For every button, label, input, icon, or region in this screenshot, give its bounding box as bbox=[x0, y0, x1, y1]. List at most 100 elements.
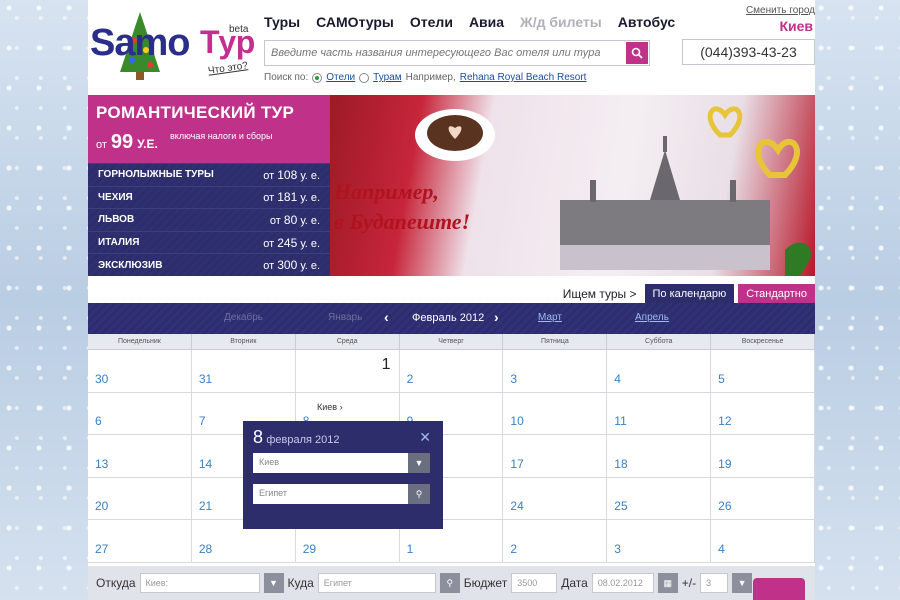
nav-avia[interactable]: Авиа bbox=[469, 14, 504, 30]
tab-standard[interactable]: Стандартно bbox=[738, 284, 815, 303]
promo-row-czech[interactable]: ЧЕХИЯ от 181 у. е. bbox=[88, 185, 330, 209]
calendar-day[interactable]: 4 bbox=[607, 350, 712, 393]
day-number: 4 bbox=[718, 541, 725, 556]
budget-input[interactable]: 3500 bbox=[511, 573, 558, 593]
day-number: 27 bbox=[95, 541, 109, 556]
day-number: 10 bbox=[510, 414, 524, 429]
weekday-thu: Четверг bbox=[400, 334, 504, 349]
nav-bus[interactable]: Автобус bbox=[618, 14, 675, 30]
calendar-icon[interactable]: ▦ bbox=[657, 573, 678, 593]
nav-hotels[interactable]: Отели bbox=[410, 14, 453, 30]
calendar-day[interactable]: 3 bbox=[503, 350, 608, 393]
calendar-day[interactable]: 18 bbox=[607, 435, 712, 478]
promo-row-price: от 181 у. е. bbox=[263, 190, 320, 204]
promo-list: ГОРНОЛЫЖНЫЕ ТУРЫ от 108 у. е. ЧЕХИЯ от 181… bbox=[88, 163, 330, 276]
month-april[interactable]: Апрель bbox=[635, 312, 669, 323]
popup-from-select[interactable]: Киев ▼ bbox=[253, 453, 430, 473]
promo-row-italy[interactable]: ИТАЛИЯ от 245 у. е. bbox=[88, 230, 330, 254]
day-number: 17 bbox=[510, 456, 524, 471]
calendar-day-today[interactable]: 1 bbox=[295, 350, 400, 393]
day-city-label[interactable]: Киев › bbox=[317, 402, 343, 412]
promo-row-lviv[interactable]: ЛЬВОВ от 80 у. е. bbox=[88, 208, 330, 231]
popup-to-input[interactable]: Египет ⚲ bbox=[253, 484, 430, 504]
weekday-mon: Понедельник bbox=[88, 334, 192, 349]
close-icon[interactable]: ✕ bbox=[419, 429, 431, 446]
date-input[interactable]: 08.02.2012 bbox=[591, 573, 654, 593]
month-december[interactable]: Декабрь bbox=[224, 312, 263, 323]
chevron-down-icon[interactable]: ▼ bbox=[732, 573, 753, 593]
search-input[interactable] bbox=[265, 41, 621, 65]
tab-calendar[interactable]: По календарю bbox=[644, 284, 735, 303]
logo-beta: beta bbox=[229, 24, 249, 35]
banner-line1: Например, bbox=[334, 179, 439, 204]
calendar-day[interactable]: 5 bbox=[711, 350, 815, 393]
to-input[interactable]: Египет bbox=[317, 573, 436, 593]
plus-minus-select[interactable]: 3 bbox=[700, 573, 729, 593]
calendar-day[interactable]: 26 bbox=[711, 477, 815, 521]
calendar-day[interactable]: 3 bbox=[607, 520, 712, 563]
search-icon[interactable]: ⚲ bbox=[408, 484, 430, 504]
search-box bbox=[264, 40, 650, 66]
day-number: 13 bbox=[95, 456, 109, 471]
calendar-day[interactable]: 20 bbox=[88, 477, 192, 521]
plus-minus-label: +/- bbox=[681, 576, 697, 590]
search-button[interactable] bbox=[626, 42, 648, 64]
calendar-day[interactable]: 2 bbox=[399, 350, 504, 393]
promo-row-name: ЭКСКЛЮЗИВ bbox=[98, 259, 163, 271]
search-opt-hotels[interactable]: Отели bbox=[326, 72, 355, 83]
calendar-day[interactable]: 13 bbox=[88, 435, 192, 478]
next-month-icon[interactable]: › bbox=[494, 309, 499, 325]
nav-tours[interactable]: Туры bbox=[264, 14, 300, 30]
prev-month-icon[interactable]: ‹ bbox=[384, 309, 389, 325]
go-search-button[interactable] bbox=[753, 578, 805, 600]
radio-tours[interactable] bbox=[359, 72, 370, 83]
popup-month: февраля 2012 bbox=[266, 434, 340, 446]
month-march[interactable]: Март bbox=[538, 312, 562, 323]
what-is-it-link[interactable]: Что это? bbox=[207, 60, 248, 76]
calendar-day[interactable]: 17 bbox=[503, 435, 608, 478]
budapest-banner[interactable]: Например, в Будапеште! bbox=[330, 95, 815, 276]
promo-row-name: ЛЬВОВ bbox=[98, 214, 135, 226]
calendar-day[interactable]: 27 bbox=[88, 520, 192, 563]
plus-minus-value: 3 bbox=[706, 578, 712, 588]
calendar-day[interactable]: 25 bbox=[607, 477, 712, 521]
promo-row-value: 108 bbox=[277, 167, 298, 182]
promo-from: от bbox=[96, 139, 107, 151]
to-value: Египет bbox=[323, 578, 352, 588]
calendar-day[interactable]: 19 bbox=[711, 435, 815, 478]
from-select[interactable]: Киев: bbox=[139, 573, 260, 593]
calendar-day[interactable]: 2 bbox=[503, 520, 608, 563]
day-number: 31 bbox=[198, 371, 213, 386]
calendar-day[interactable]: 31 bbox=[191, 350, 296, 393]
search-opt-tours[interactable]: Турам bbox=[373, 72, 401, 83]
day-number: 11 bbox=[614, 414, 627, 429]
month-january[interactable]: Январь bbox=[328, 312, 362, 323]
promo-row-cur: у. е. bbox=[300, 214, 320, 227]
search-icon[interactable]: ⚲ bbox=[439, 573, 460, 593]
change-city-link[interactable]: Сменить город bbox=[746, 5, 815, 16]
example-link[interactable]: Rehana Royal Beach Resort bbox=[460, 72, 587, 83]
calendar-day[interactable]: 30 bbox=[88, 350, 192, 393]
chevron-down-icon[interactable]: ▼ bbox=[408, 453, 430, 473]
calendar-day[interactable]: 24 bbox=[503, 477, 608, 521]
logo-samo: Samo bbox=[90, 22, 190, 64]
radio-hotels[interactable] bbox=[312, 72, 323, 83]
month-current: Февраль 2012 bbox=[412, 312, 485, 324]
background-left bbox=[0, 0, 88, 600]
chevron-down-icon[interactable]: ▼ bbox=[263, 573, 284, 593]
calendar-day[interactable]: 6 bbox=[88, 392, 192, 436]
day-city-text: Киев bbox=[317, 402, 338, 412]
promo-romantic[interactable]: РОМАНТИЧЕСКИЙ ТУР от 99 У.Е. включая нал… bbox=[88, 95, 330, 163]
promo-currency: У.Е. bbox=[137, 137, 158, 151]
logo[interactable]: Samo Тур beta Что это? bbox=[90, 10, 255, 82]
promo-row-ski[interactable]: ГОРНОЛЫЖНЫЕ ТУРЫ от 108 у. е. bbox=[88, 163, 330, 186]
calendar-day[interactable]: 4 bbox=[711, 520, 815, 563]
day-number: 25 bbox=[614, 499, 628, 514]
calendar-day[interactable]: 12 bbox=[711, 392, 815, 436]
calendar-day[interactable]: 10 bbox=[503, 392, 608, 436]
banner-line2: в Будапеште! bbox=[334, 209, 471, 234]
calendar: Декабрь Январь ‹ Февраль 2012 › Март Апр… bbox=[88, 303, 816, 563]
calendar-day[interactable]: 11 bbox=[607, 392, 712, 436]
nav-samotours[interactable]: САМОтуры bbox=[316, 14, 394, 30]
promo-row-exclusive[interactable]: ЭКСКЛЮЗИВ от 300 у. е. bbox=[88, 253, 330, 276]
